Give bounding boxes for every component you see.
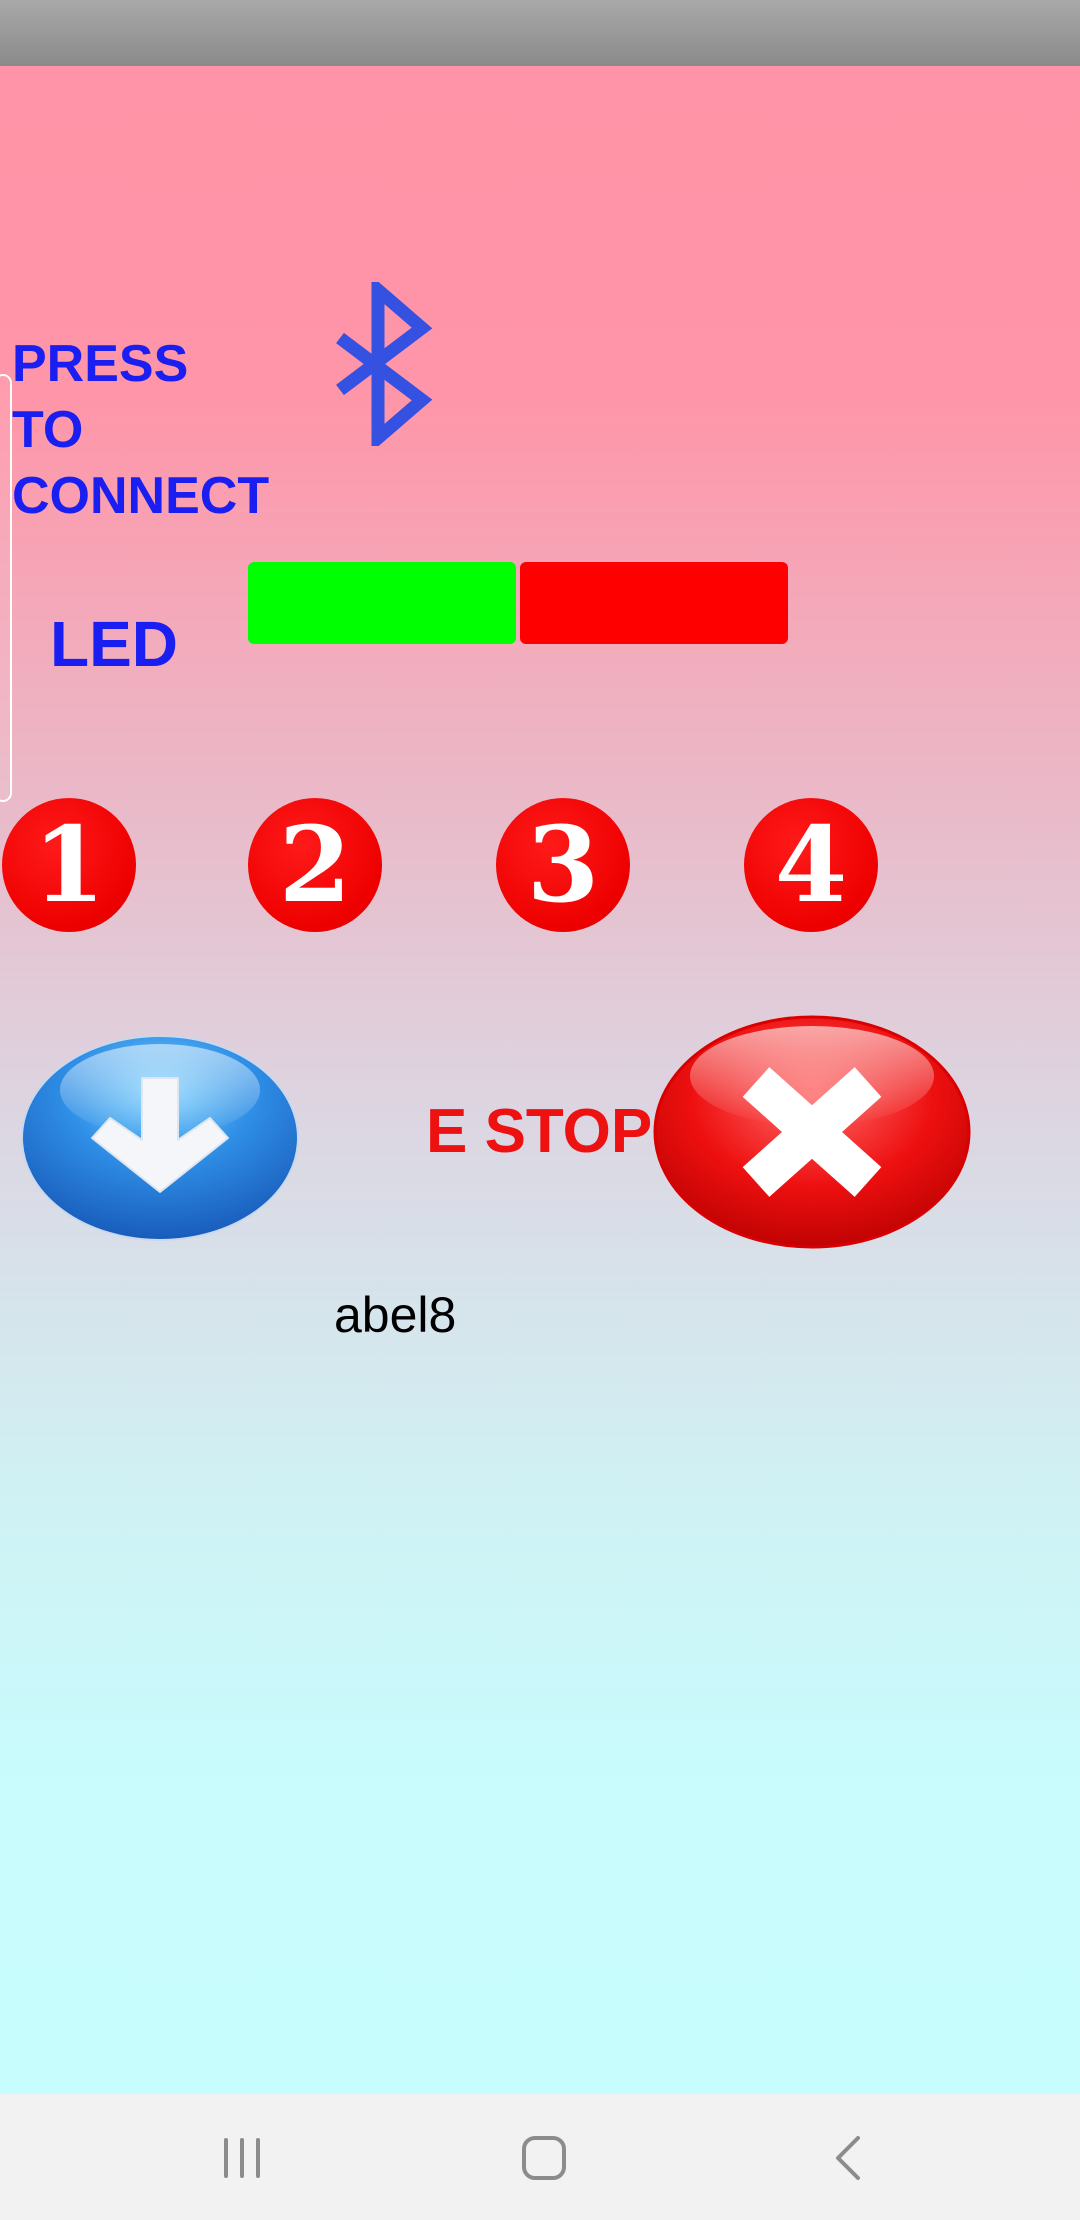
number-button-label: 4	[774, 803, 848, 926]
bluetooth-icon[interactable]	[332, 275, 440, 453]
led-off-button[interactable]	[520, 562, 788, 644]
estop-label: E STOP	[426, 1097, 653, 1166]
number-button-label: 2	[278, 803, 352, 926]
number-button-2[interactable]: 2	[248, 798, 382, 932]
down-arrow-icon	[21, 1035, 299, 1241]
close-icon	[653, 1015, 971, 1249]
status-bar	[0, 0, 1080, 66]
number-button-label: 1	[32, 803, 106, 926]
number-button-1[interactable]: 1	[2, 798, 136, 932]
down-button[interactable]	[20, 1034, 300, 1242]
number-button-3[interactable]: 3	[496, 798, 630, 932]
number-button-4[interactable]: 4	[744, 798, 878, 932]
number-button-label: 3	[526, 803, 600, 926]
back-icon[interactable]	[820, 2130, 876, 2186]
caption-text: abel8	[334, 1287, 457, 1343]
led-label: LED	[50, 608, 178, 680]
connect-label[interactable]: PRESS TO CONNECT	[12, 331, 272, 529]
edge-panel-handle[interactable]	[0, 374, 12, 802]
recent-apps-icon[interactable]	[214, 2130, 270, 2186]
estop-button[interactable]	[652, 1014, 972, 1250]
home-icon[interactable]	[516, 2130, 572, 2186]
screen: PRESS TO CONNECT LED 1 2 3 4 E STOP abel…	[0, 0, 1080, 2220]
led-on-button[interactable]	[248, 562, 516, 644]
